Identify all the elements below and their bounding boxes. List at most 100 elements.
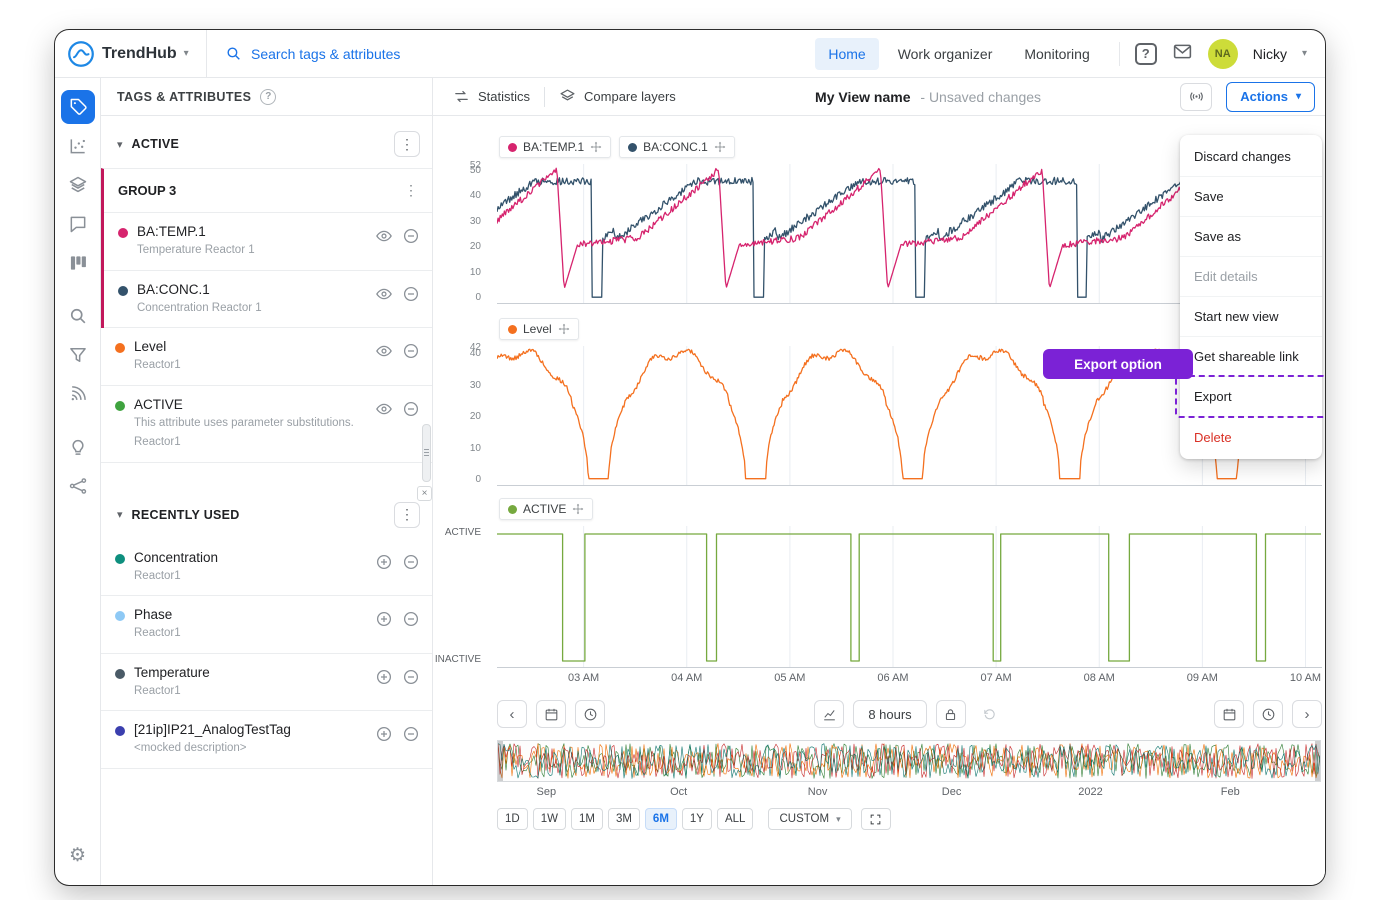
comments-icon[interactable] (61, 207, 95, 241)
range-1w-button[interactable]: 1W (533, 808, 566, 830)
layers-icon[interactable] (61, 168, 95, 202)
analysis-scatter-icon[interactable] (61, 129, 95, 163)
remove-minus-icon[interactable] (402, 400, 420, 418)
add-plus-icon[interactable] (375, 553, 393, 571)
recent-section-menu-icon[interactable]: ⋮ (394, 502, 420, 528)
help-icon[interactable]: ? (1135, 43, 1157, 65)
graph-nodes-icon[interactable] (61, 469, 95, 503)
user-name[interactable]: Nicky (1253, 46, 1287, 62)
section-collapse-icon[interactable]: ▾ (117, 508, 123, 521)
brand-menu[interactable]: TrendHub ▾ (55, 30, 207, 77)
legend-chip[interactable]: BA:CONC.1 (619, 136, 735, 158)
nav-work-organizer[interactable]: Work organizer (885, 38, 1006, 70)
remove-minus-icon[interactable] (402, 342, 420, 360)
signal-waves-icon[interactable] (61, 377, 95, 411)
recent-item[interactable]: [21ip]IP21_AnalogTestTag <mocked descrip… (101, 711, 432, 769)
move-icon[interactable] (590, 141, 602, 153)
filter-funnel-icon[interactable] (61, 338, 95, 372)
menu-item-get-shareable-link[interactable]: Get shareable link (1180, 337, 1322, 377)
move-icon[interactable] (714, 141, 726, 153)
tag-item[interactable]: BA:TEMP.1 Temperature Reactor 1 (104, 213, 432, 271)
live-broadcast-icon[interactable] (1180, 83, 1212, 111)
remove-minus-icon[interactable] (402, 725, 420, 743)
visibility-eye-icon[interactable] (375, 227, 393, 245)
series-color-dot (508, 143, 517, 152)
compare-layers-button[interactable]: Compare layers (559, 88, 676, 105)
recent-item[interactable]: Phase Reactor1 (101, 596, 432, 654)
section-gap (101, 463, 432, 487)
remove-minus-icon[interactable] (402, 668, 420, 686)
tags-tag-icon[interactable] (61, 90, 95, 124)
visibility-eye-icon[interactable] (375, 285, 393, 303)
panel-scrollbar-thumb[interactable] (422, 424, 431, 482)
user-chevron-down-icon[interactable]: ▾ (1302, 48, 1307, 59)
legend-chip[interactable]: BA:TEMP.1 (499, 136, 611, 158)
menu-item-save-as[interactable]: Save as (1180, 217, 1322, 257)
icon-rail: ⚙ (55, 78, 101, 885)
menu-item-export[interactable]: Export (1180, 377, 1322, 417)
tag-info: Phase Reactor1 (134, 607, 366, 642)
add-plus-icon[interactable] (375, 725, 393, 743)
tag-item[interactable]: BA:CONC.1 Concentration Reactor 1 (104, 271, 432, 329)
range-3m-button[interactable]: 3M (608, 808, 640, 830)
search-input[interactable] (251, 46, 481, 62)
trend-slope-icon[interactable] (814, 700, 844, 728)
pan-left-icon[interactable]: ‹ (497, 700, 527, 728)
timeline-overview[interactable] (497, 740, 1321, 782)
dashboard-icon[interactable] (61, 246, 95, 280)
chevron-down-icon[interactable]: ▾ (184, 48, 189, 59)
menu-item-delete[interactable]: Delete (1180, 417, 1322, 457)
nav-home[interactable]: Home (815, 38, 878, 70)
range-handle-right[interactable] (1315, 741, 1320, 781)
tag-item[interactable]: Level Reactor1 (101, 328, 432, 386)
start-calendar-icon[interactable] (536, 700, 566, 728)
rail-search-icon[interactable] (61, 299, 95, 333)
lock-timespan-icon[interactable] (936, 700, 966, 728)
menu-item-save[interactable]: Save (1180, 177, 1322, 217)
digital-chart[interactable]: ACTIVE INACTIVE (497, 526, 1322, 668)
panel-close-icon[interactable]: × (417, 486, 432, 501)
legend-chip[interactable]: Level (499, 318, 579, 340)
statistics-button[interactable]: Statistics (453, 88, 530, 105)
avatar[interactable]: NA (1208, 39, 1238, 69)
recent-item[interactable]: Concentration Reactor1 (101, 539, 432, 597)
range-custom-button[interactable]: CUSTOM ▾ (768, 808, 851, 830)
add-plus-icon[interactable] (375, 610, 393, 628)
actions-button[interactable]: Actions ▾ (1226, 82, 1315, 112)
panel-help-icon[interactable]: ? (260, 89, 276, 105)
move-icon[interactable] (558, 323, 570, 335)
section-collapse-icon[interactable]: ▾ (117, 138, 123, 151)
add-plus-icon[interactable] (375, 668, 393, 686)
remove-minus-icon[interactable] (402, 553, 420, 571)
visibility-eye-icon[interactable] (375, 342, 393, 360)
menu-item-start-new-view[interactable]: Start new view (1180, 297, 1322, 337)
tags-panel: TAGS & ATTRIBUTES ? ▾ ACTIVE ⋮ GROUP 3 ⋮… (101, 78, 433, 885)
end-calendar-icon[interactable] (1214, 700, 1244, 728)
tag-item[interactable]: ACTIVE This attribute uses parameter sub… (101, 386, 432, 463)
ideas-lightbulb-icon[interactable] (61, 430, 95, 464)
remove-minus-icon[interactable] (402, 227, 420, 245)
remove-minus-icon[interactable] (402, 610, 420, 628)
remove-minus-icon[interactable] (402, 285, 420, 303)
range-1m-button[interactable]: 1M (571, 808, 603, 830)
legend-chip[interactable]: ACTIVE (499, 498, 593, 520)
visibility-eye-icon[interactable] (375, 400, 393, 418)
menu-item-discard-changes[interactable]: Discard changes (1180, 137, 1322, 177)
settings-gear-icon[interactable]: ⚙ (61, 839, 95, 873)
mail-icon[interactable] (1172, 41, 1193, 67)
range-handle-left[interactable] (498, 741, 503, 781)
expand-icon[interactable] (861, 808, 891, 830)
active-section-menu-icon[interactable]: ⋮ (394, 131, 420, 157)
nav-monitoring[interactable]: Monitoring (1011, 38, 1102, 70)
time-window-select[interactable]: 8 hours (853, 700, 926, 728)
start-clock-icon[interactable] (575, 700, 605, 728)
range-6m-button[interactable]: 6M (645, 808, 677, 830)
pan-right-icon[interactable]: › (1292, 700, 1322, 728)
range-1d-button[interactable]: 1D (497, 808, 528, 830)
range-1y-button[interactable]: 1Y (682, 808, 712, 830)
recent-item[interactable]: Temperature Reactor1 (101, 654, 432, 712)
range-all-button[interactable]: ALL (717, 808, 753, 830)
end-clock-icon[interactable] (1253, 700, 1283, 728)
move-icon[interactable] (572, 503, 584, 515)
group-menu-icon[interactable]: ⋮ (404, 182, 418, 199)
